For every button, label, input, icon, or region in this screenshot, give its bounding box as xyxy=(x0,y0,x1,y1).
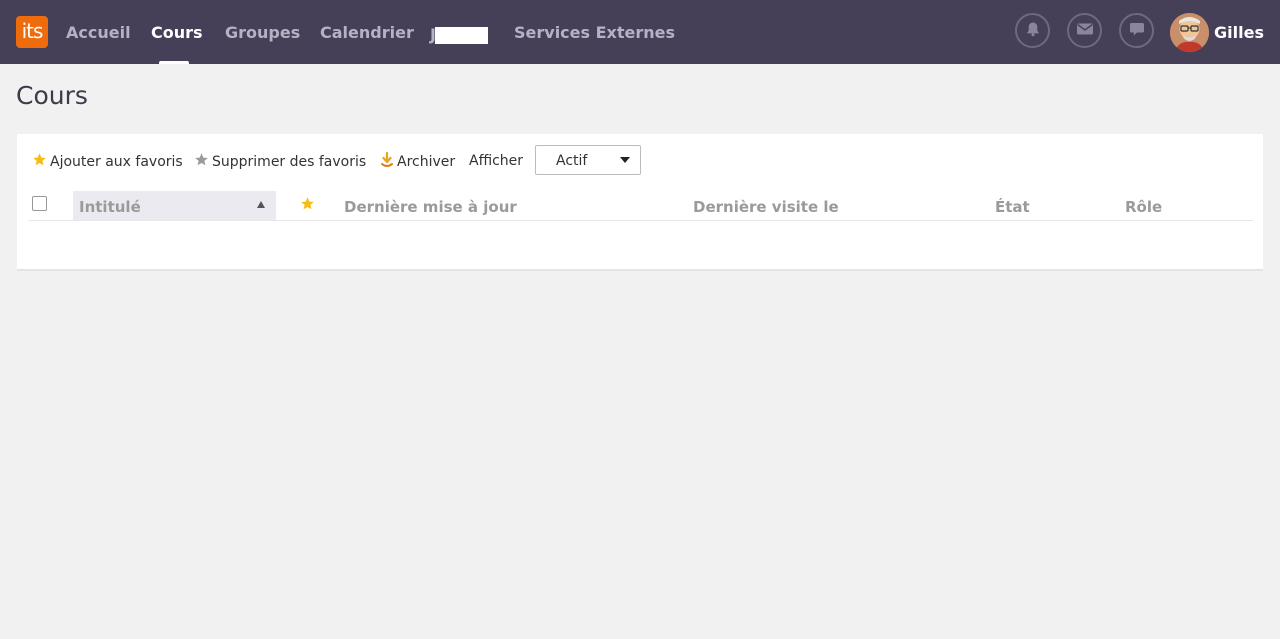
sort-ascending-icon xyxy=(257,201,265,208)
notifications-button[interactable] xyxy=(1015,13,1050,48)
star-icon xyxy=(32,152,50,171)
remove-favorites-button[interactable]: Supprimer des favoris xyxy=(194,152,366,171)
redacted-block xyxy=(435,27,488,44)
favorite-star-icon xyxy=(300,197,315,215)
messages-button[interactable] xyxy=(1067,13,1102,48)
column-header-role[interactable]: Rôle xyxy=(1125,198,1162,216)
user-name[interactable]: Gilles xyxy=(1214,0,1264,64)
archive-button[interactable]: Archiver xyxy=(380,151,456,172)
add-favorites-label: Ajouter aux favoris xyxy=(50,153,183,170)
star-outline-icon xyxy=(194,152,212,171)
nav-accueil[interactable]: Accueil xyxy=(66,0,131,64)
envelope-icon xyxy=(1076,21,1094,40)
nav-calendrier[interactable]: Calendrier xyxy=(320,0,414,64)
column-header-last-visit[interactable]: Dernière visite le xyxy=(693,198,839,216)
chat-button[interactable] xyxy=(1119,13,1154,48)
nav-cours[interactable]: Cours xyxy=(151,0,203,64)
chat-icon xyxy=(1129,21,1145,41)
column-header-last-update[interactable]: Dernière mise à jour xyxy=(344,198,517,216)
nav-services-externes[interactable]: Services Externes xyxy=(514,0,675,64)
courses-panel: Ajouter aux favoris Supprimer des favori… xyxy=(17,134,1263,271)
its-logo[interactable]: its xyxy=(16,16,48,48)
column-header-state[interactable]: État xyxy=(995,198,1030,216)
top-navigation-bar: its Accueil Cours Groupes Calendrier J S… xyxy=(0,0,1280,64)
show-filter-label: Afficher xyxy=(469,153,524,169)
add-favorites-button[interactable]: Ajouter aux favoris xyxy=(32,152,183,171)
remove-favorites-label: Supprimer des favoris xyxy=(212,153,367,170)
nav-groupes[interactable]: Groupes xyxy=(225,0,300,64)
column-header-favorite[interactable] xyxy=(300,196,315,215)
column-header-title[interactable]: Intitulé xyxy=(79,198,141,216)
logo-text: its xyxy=(21,19,44,43)
status-filter-select[interactable]: Actif xyxy=(535,145,641,175)
user-avatar[interactable] xyxy=(1170,13,1209,52)
page-title: Cours xyxy=(16,81,88,110)
archive-arrow-icon xyxy=(380,151,397,172)
archive-label: Archiver xyxy=(397,154,456,170)
nav-active-indicator xyxy=(159,61,189,64)
table-header-divider xyxy=(28,220,1253,221)
caret-down-icon xyxy=(620,157,630,163)
bell-icon xyxy=(1025,21,1041,41)
status-filter-value: Actif xyxy=(556,153,588,169)
select-all-checkbox[interactable] xyxy=(32,196,47,211)
